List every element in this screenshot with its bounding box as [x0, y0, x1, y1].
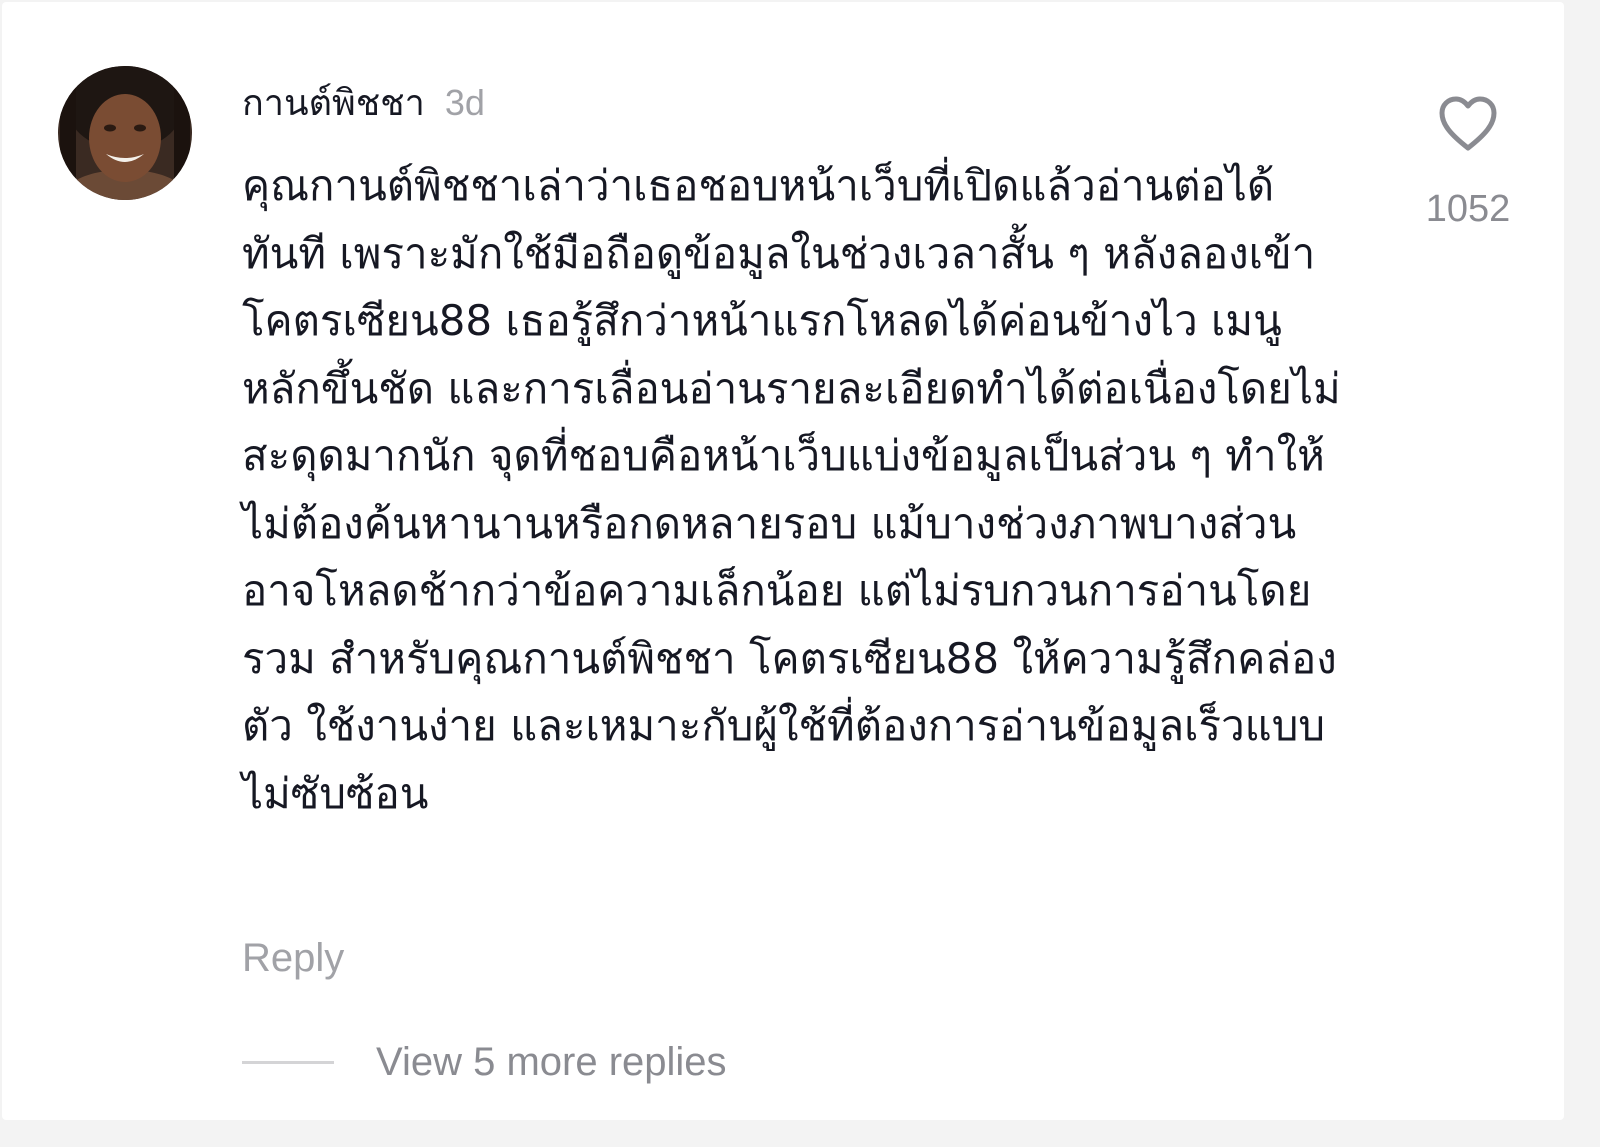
heart-outline-icon[interactable]: [1438, 96, 1498, 152]
comment-card: กานต์พิชชา 3d คุณกานต์พิชชาเล่าว่าเธอชอบ…: [2, 2, 1564, 1120]
username[interactable]: กานต์พิชชา: [242, 74, 425, 131]
comment-text: คุณกานต์พิชชาเล่าว่าเธอชอบหน้าเว็บที่เปิ…: [242, 161, 1341, 818]
timestamp: 3d: [444, 82, 485, 123]
view-more-replies-button[interactable]: View 5 more replies: [242, 1040, 727, 1085]
avatar-image: [58, 66, 192, 200]
reply-button[interactable]: Reply: [242, 936, 344, 981]
replies-divider-line: [242, 1061, 334, 1064]
comment-header: กานต์พิชชา 3d: [242, 74, 485, 124]
view-more-replies-label: View 5 more replies: [376, 1040, 727, 1084]
avatar[interactable]: [58, 66, 192, 200]
like-area: 1052: [1408, 96, 1528, 231]
like-count: 1052: [1425, 188, 1511, 230]
